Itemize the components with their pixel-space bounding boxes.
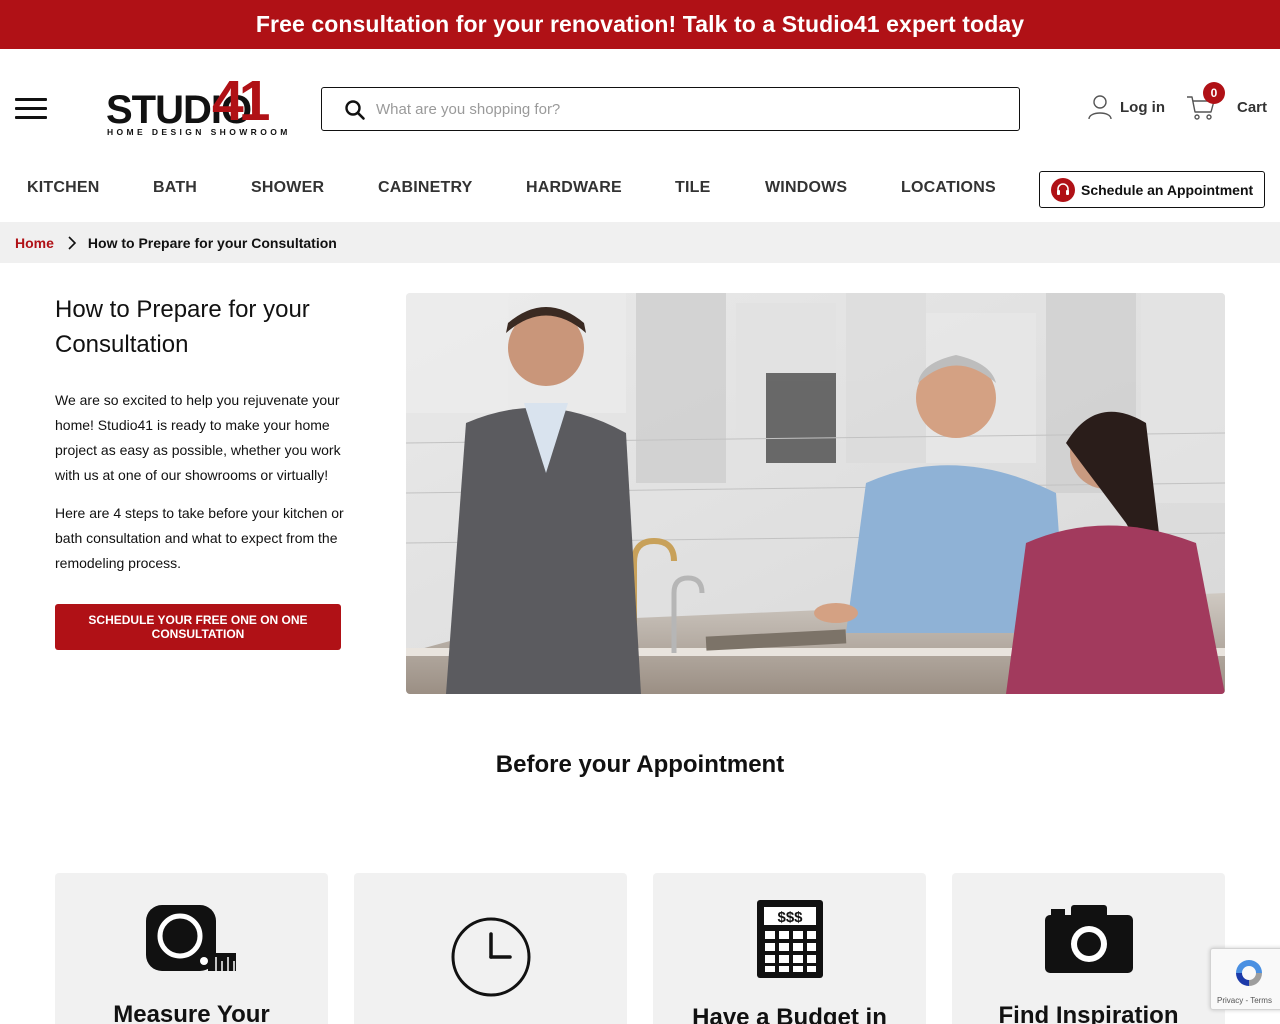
nav-hardware[interactable]: HARDWARE [526, 179, 622, 197]
nav-bath[interactable]: BATH [153, 179, 197, 197]
breadcrumb-home[interactable]: Home [15, 235, 54, 251]
breadcrumb-current: How to Prepare for your Consultation [87, 234, 337, 251]
chevron-right-icon [68, 235, 77, 250]
nav-cabinetry[interactable]: CABINETRY [378, 179, 473, 197]
section-title: Before your Appointment [495, 751, 785, 778]
logo-tagline: HOME DESIGN SHOWROOM [107, 127, 291, 137]
page-title: How to Prepare for your Consultation [55, 296, 310, 358]
logo-number: 41 [212, 69, 270, 133]
nav-windows[interactable]: WINDOWS [765, 179, 847, 197]
schedule-appointment-button[interactable]: Schedule an Appointment [1039, 171, 1265, 208]
promo-banner[interactable]: Free consultation for your renovation! T… [0, 0, 1280, 49]
cart-count-badge: 0 [1203, 82, 1225, 104]
search-input[interactable] [376, 94, 996, 124]
camera-icon [952, 903, 1225, 973]
hero-image [406, 293, 1225, 694]
nav-locations[interactable]: LOCATIONS [901, 179, 996, 197]
appointment-label: Schedule an Appointment [1081, 181, 1254, 198]
nav-tile[interactable]: TILE [675, 179, 710, 197]
step-card-time[interactable] [354, 873, 627, 1024]
calculator-icon: $$$ [653, 900, 926, 978]
intro-paragraph-2: Here are 4 steps to take before your kit… [55, 505, 344, 571]
cart-link[interactable]: 0 Cart [1186, 82, 1270, 122]
intro-paragraph-1: We are so excited to help you rejuvenate… [55, 392, 341, 483]
step-card-measure[interactable]: Measure Your [55, 873, 328, 1024]
breadcrumb: Home How to Prepare for your Consultatio… [0, 222, 1280, 263]
recaptcha-text[interactable]: Privacy - Terms [1217, 996, 1272, 1005]
user-icon [1088, 95, 1112, 120]
clock-icon [354, 916, 627, 998]
step-card-inspiration[interactable]: Find Inspiration [952, 873, 1225, 1024]
login-label: Log in [1120, 98, 1165, 116]
search-bar[interactable] [321, 87, 1020, 131]
recaptcha-badge[interactable]: Privacy - Terms [1210, 948, 1280, 1010]
recaptcha-icon [1236, 960, 1262, 986]
intro-section: How to Prepare for your Consultation We … [55, 292, 347, 576]
schedule-consultation-button[interactable]: SCHEDULE YOUR FREE ONE ON ONE CONSULTATI… [55, 604, 341, 650]
tape-measure-icon [55, 905, 328, 973]
studio41-logo[interactable]: STUDIO 41 HOME DESIGN SHOWROOM [106, 69, 287, 139]
nav-shower[interactable]: SHOWER [251, 179, 324, 197]
svg-text:$$$: $$$ [777, 909, 803, 926]
login-link[interactable]: Log in [1088, 94, 1165, 120]
cart-label: Cart [1237, 99, 1268, 116]
step-card-title: Find Inspiration [998, 1002, 1179, 1024]
step-card-title: Measure Your [113, 1001, 270, 1024]
search-icon[interactable] [344, 99, 366, 121]
nav-kitchen[interactable]: KITCHEN [27, 179, 100, 197]
step-card-title: Have a Budget in [692, 1004, 887, 1024]
menu-icon[interactable] [15, 98, 47, 120]
step-card-budget[interactable]: $$$ Have a Budget in [653, 873, 926, 1024]
headset-icon [1051, 177, 1075, 202]
